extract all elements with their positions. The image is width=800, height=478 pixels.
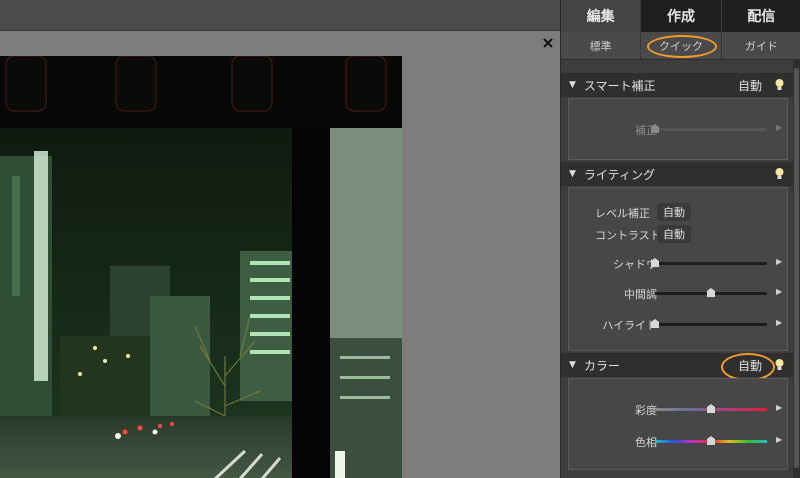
tab-quick-label: クイック — [658, 39, 703, 53]
triangle-right-icon[interactable]: ▶ — [776, 435, 782, 444]
triangle-right-icon[interactable]: ▶ — [776, 318, 782, 327]
saturation-slider-row: 彩度 ▶ — [569, 399, 789, 419]
photo-preview — [0, 56, 402, 478]
section-title: ライティング — [583, 167, 655, 182]
triangle-right-icon[interactable]: ▶ — [776, 123, 782, 132]
midtones-slider-row: 中間調 ▶ — [569, 283, 789, 303]
triangle-right-icon[interactable]: ▶ — [776, 403, 782, 412]
image-canvas[interactable] — [0, 30, 560, 478]
tab-full[interactable]: 標準 — [561, 32, 642, 59]
slider-thumb[interactable] — [651, 319, 659, 328]
mode-tab-bar: 編集 作成 配信 — [561, 0, 800, 32]
shadows-slider-row: シャドウ ▶ — [569, 253, 789, 273]
slider-thumb[interactable] — [707, 404, 715, 413]
color-auto-button[interactable]: 自動 — [738, 357, 762, 374]
slider-label: 色相 — [635, 436, 657, 449]
section-header-color[interactable]: ▼ カラー 自動 — [561, 353, 794, 381]
section-body-lighting: レベル補正 自動 コントラスト 自動 シャドウ ▶ 中間調 ▶ ハイライト ▶ — [568, 187, 788, 351]
slider-label: ハイライト — [602, 319, 657, 332]
lightbulb-icon[interactable] — [775, 358, 784, 372]
midtones-slider[interactable] — [655, 288, 767, 297]
slider-thumb[interactable] — [651, 124, 659, 133]
contrast-label: コントラスト — [595, 229, 661, 242]
tab-create[interactable]: 作成 — [641, 0, 722, 32]
highlights-slider-row: ハイライト ▶ — [569, 314, 789, 334]
section-body-smart-fix: 補正 ▶ — [568, 98, 788, 160]
slider-label: 中間調 — [624, 288, 657, 301]
saturation-slider[interactable] — [655, 404, 767, 413]
edit-mode-tab-bar: 標準 クイック ガイド — [561, 32, 800, 60]
triangle-down-icon[interactable]: ▼ — [569, 80, 576, 90]
hue-slider[interactable] — [655, 436, 767, 445]
levels-label: レベル補正 — [595, 207, 650, 220]
slider-thumb[interactable] — [707, 288, 715, 297]
section-title: カラー — [583, 358, 620, 373]
smart-fix-slider-row: 補正 ▶ — [569, 119, 789, 139]
smart-fix-slider[interactable] — [651, 124, 767, 133]
section-header-lighting[interactable]: ▼ ライティング — [561, 162, 794, 186]
close-icon[interactable] — [542, 37, 554, 49]
triangle-down-icon[interactable]: ▼ — [569, 169, 576, 179]
quick-edit-panel: 編集 作成 配信 標準 クイック ガイド ▼ スマート補正 自動 補正 ▶ ▼ … — [560, 0, 800, 478]
highlights-slider[interactable] — [651, 319, 767, 328]
contrast-row: コントラスト 自動 — [569, 224, 789, 244]
lightbulb-icon[interactable] — [775, 78, 784, 92]
tab-share[interactable]: 配信 — [722, 0, 800, 32]
levels-row: レベル補正 自動 — [569, 202, 789, 222]
lightbulb-icon[interactable] — [775, 167, 784, 181]
panel-scrollbar[interactable] — [793, 60, 800, 478]
editor-top-bar — [0, 0, 560, 30]
section-title: スマート補正 — [583, 78, 656, 93]
slider-label: 彩度 — [635, 404, 657, 417]
tab-full-label: 標準 — [589, 39, 612, 53]
triangle-down-icon[interactable]: ▼ — [569, 360, 576, 370]
tab-quick[interactable]: クイック — [641, 32, 722, 59]
slider-thumb[interactable] — [707, 436, 715, 445]
smart-fix-auto-button[interactable]: 自動 — [738, 77, 762, 94]
section-body-color: 彩度 ▶ 色相 ▶ — [568, 378, 788, 470]
hue-slider-row: 色相 ▶ — [569, 431, 789, 451]
contrast-auto-button[interactable]: 自動 — [657, 225, 691, 243]
slider-thumb[interactable] — [651, 258, 659, 267]
triangle-right-icon[interactable]: ▶ — [776, 257, 782, 266]
tab-edit[interactable]: 編集 — [561, 0, 642, 32]
tab-guided[interactable]: ガイド — [722, 32, 800, 59]
levels-auto-button[interactable]: 自動 — [657, 203, 691, 221]
section-header-smart-fix[interactable]: ▼ スマート補正 自動 — [561, 73, 794, 97]
tab-guided-label: ガイド — [744, 39, 778, 53]
triangle-right-icon[interactable]: ▶ — [776, 287, 782, 296]
shadows-slider[interactable] — [651, 258, 767, 267]
scrollbar-thumb[interactable] — [794, 68, 799, 468]
